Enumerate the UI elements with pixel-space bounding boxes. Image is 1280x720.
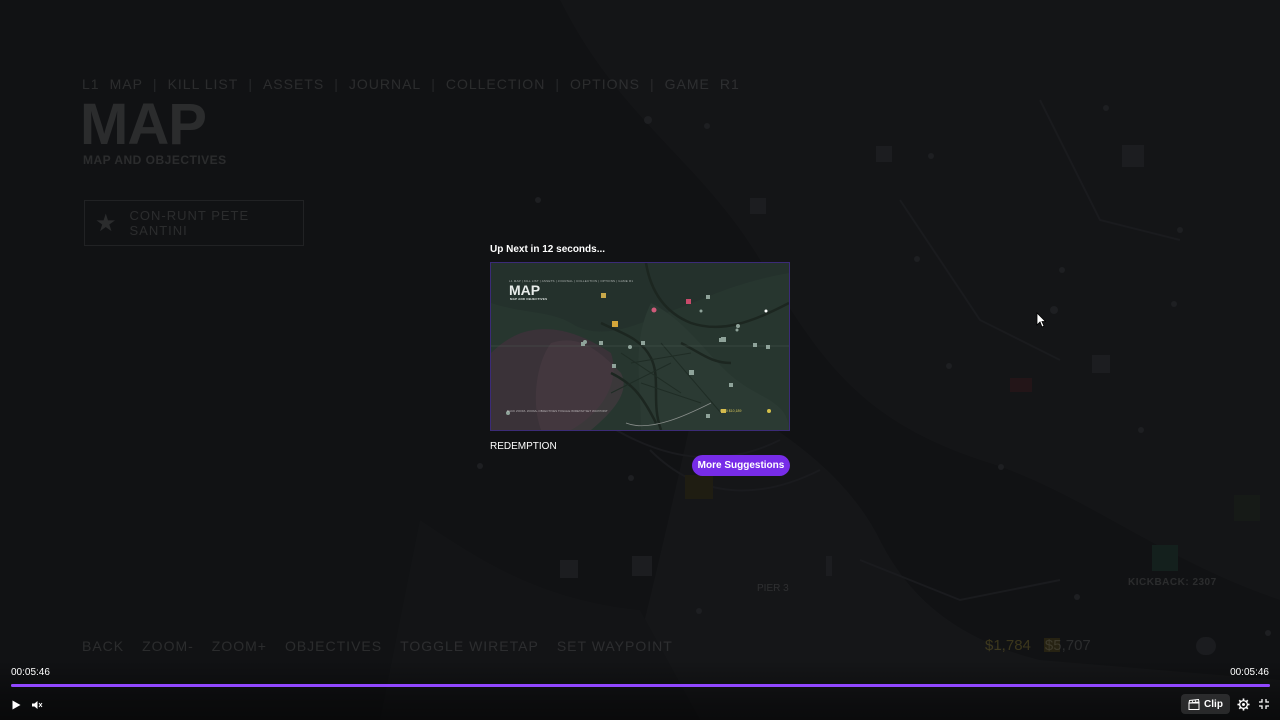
settings-button[interactable]	[1234, 695, 1252, 713]
game-cash: $1,784	[985, 637, 1031, 654]
game-nav-separator: |	[649, 76, 655, 92]
volume-icon	[32, 701, 43, 709]
game-hint: BACK	[82, 638, 125, 654]
game-hint: SET WAYPOINT	[556, 638, 673, 654]
game-nav-separator: |	[152, 76, 158, 92]
more-suggestions-button[interactable]: More Suggestions	[692, 455, 790, 476]
game-objective-card: ★ CON-RUNT PETE SANTINI	[84, 200, 304, 246]
game-nav-separator: |	[334, 76, 339, 92]
game-nav-item: R1	[719, 76, 740, 92]
game-nav-item: ASSETS	[262, 76, 325, 92]
game-nav-item: OPTIONS	[569, 76, 640, 92]
thumbnail-hints: BACK ZOOM- ZOOM+ OBJECTIVES TOGGLE WIRET…	[507, 409, 608, 413]
up-next-video-title[interactable]: REDEMPTION	[490, 440, 790, 454]
game-button-hints: BACK ZOOM- ZOOM+ OBJECTIVES TOGGLE WIRET…	[82, 638, 673, 654]
up-next-heading: Up Next in 12 seconds...	[490, 244, 606, 255]
gear-icon	[1236, 697, 1250, 711]
game-stats: $1,784 $5,707	[985, 637, 1091, 654]
seek-bar[interactable]	[11, 684, 1270, 687]
current-time: 00:05:46	[11, 667, 50, 678]
clip-button-label: Clip	[1204, 698, 1223, 710]
game-nav-separator: |	[431, 76, 436, 92]
game-map-title: MAP	[80, 92, 207, 157]
game-nav-bar: L1 MAP | KILL LIST | ASSETS | JOURNAL | …	[82, 76, 740, 92]
mouse-cursor-icon	[1036, 312, 1046, 328]
seek-bar-progress	[11, 684, 1270, 687]
exit-fullscreen-button[interactable]	[1255, 695, 1273, 713]
game-nav-item: KILL LIST	[167, 76, 239, 92]
clapperboard-icon	[1188, 698, 1200, 710]
game-nav-item: GAME	[664, 76, 710, 92]
up-next-thumbnail[interactable]: L1 MAP | KILL LIST | ASSETS | JOURNAL | …	[490, 262, 790, 431]
thumbnail-stats: $700 $10,189	[720, 409, 742, 413]
thumbnail-title: MAP	[509, 282, 541, 298]
game-hint: ZOOM+	[211, 638, 267, 654]
game-kickback: KICKBACK: 2307	[1128, 577, 1217, 588]
game-nav-item: COLLECTION	[445, 76, 546, 92]
player-controls-bar	[0, 660, 1280, 720]
star-icon: ★	[95, 209, 118, 237]
game-nav-separator: |	[555, 76, 560, 92]
game-nav-item: MAP	[109, 76, 143, 92]
video-player[interactable]: L1 MAP | KILL LIST | ASSETS | JOURNAL | …	[0, 0, 1280, 720]
game-map-location-label: PIER 3	[757, 583, 789, 594]
clip-button[interactable]: Clip	[1181, 694, 1230, 714]
game-nav-item: L1	[82, 76, 100, 92]
game-map-subtitle: MAP AND OBJECTIVES	[83, 153, 227, 167]
game-nav-item: JOURNAL	[348, 76, 422, 92]
play-icon	[12, 700, 21, 710]
game-hint: ZOOM-	[142, 638, 194, 654]
total-duration: 00:05:46	[1230, 667, 1269, 678]
play-button[interactable]	[7, 696, 25, 714]
game-money: $5,707	[1044, 637, 1091, 654]
game-nav-separator: |	[248, 76, 253, 92]
up-next-card: Up Next in 12 seconds... L1 MAP | KILL L…	[490, 243, 790, 476]
game-hint: OBJECTIVES	[284, 638, 383, 654]
game-objective-label: CON-RUNT PETE SANTINI	[129, 208, 250, 238]
thumbnail-subtitle: MAP AND OBJECTIVES	[510, 297, 548, 301]
volume-button[interactable]	[28, 696, 46, 714]
exit-fullscreen-icon	[1259, 699, 1269, 709]
game-hint: TOGGLE WIRETAP	[400, 638, 539, 654]
